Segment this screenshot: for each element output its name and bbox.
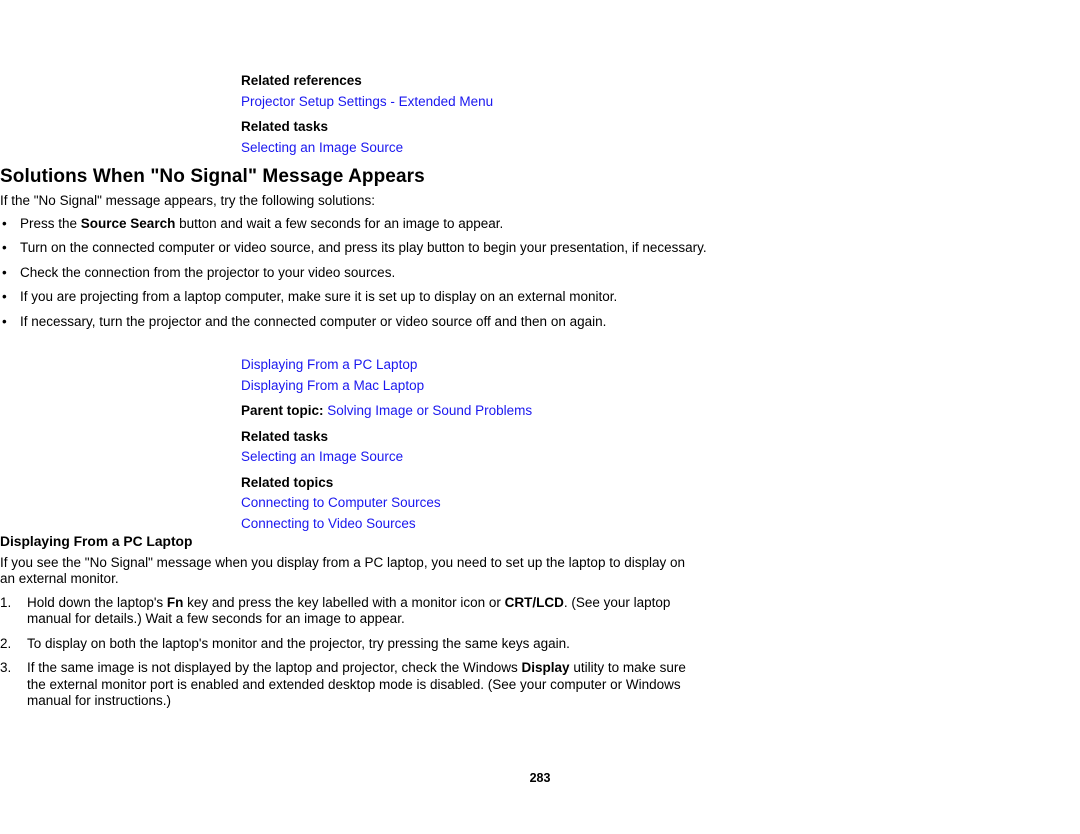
bullet-text-post: button and wait a few seconds for an ima… bbox=[175, 216, 504, 231]
link-connecting-to-video-sources[interactable]: Connecting to Video Sources bbox=[241, 514, 416, 535]
list-item: 1. Hold down the laptop's Fn key and pre… bbox=[0, 595, 707, 628]
list-item: • Turn on the connected computer or vide… bbox=[2, 240, 708, 256]
list-item: 2. To display on both the laptop's monit… bbox=[0, 636, 707, 652]
bullet-text-pre: If necessary, turn the projector and the… bbox=[20, 313, 607, 329]
bullet-text-pre: Turn on the connected computer or video … bbox=[20, 240, 707, 256]
bullet-text-pre: If you are projecting from a laptop comp… bbox=[20, 289, 618, 305]
link-displaying-from-a-pc-laptop[interactable]: Displaying From a PC Laptop bbox=[241, 355, 417, 376]
solutions-bullet-list: • Press the Source Search button and wai… bbox=[0, 216, 708, 330]
bullet-icon: • bbox=[2, 289, 7, 305]
link-solving-image-or-sound-problems[interactable]: Solving Image or Sound Problems bbox=[327, 403, 532, 418]
parent-topic-label: Parent topic: bbox=[241, 403, 324, 418]
pc-laptop-steps-block: 1. Hold down the laptop's Fn key and pre… bbox=[0, 595, 707, 709]
page-number: 283 bbox=[529, 771, 551, 785]
link-selecting-an-image-source-bottom[interactable]: Selecting an Image Source bbox=[241, 447, 403, 468]
page-title: Solutions When "No Signal" Message Appea… bbox=[0, 166, 425, 187]
top-related-block: Related references Projector Setup Setti… bbox=[0, 71, 493, 158]
list-item: • If you are projecting from a laptop co… bbox=[2, 289, 708, 305]
pc-laptop-intro-block: If you see the "No Signal" message when … bbox=[0, 555, 690, 588]
step-text-pre: If the same image is not displayed by th… bbox=[27, 660, 522, 676]
section-intro-block: If the "No Signal" message appears, try … bbox=[0, 193, 690, 209]
pc-laptop-step-list: 1. Hold down the laptop's Fn key and pre… bbox=[0, 595, 707, 709]
pc-laptop-intro-text: If you see the "No Signal" message when … bbox=[0, 555, 685, 587]
list-item: • If necessary, turn the projector and t… bbox=[2, 314, 708, 330]
link-displaying-from-a-mac-laptop[interactable]: Displaying From a Mac Laptop bbox=[241, 376, 424, 397]
link-projector-setup-settings-extended-menu[interactable]: Projector Setup Settings - Extended Menu bbox=[241, 92, 493, 113]
step-number: 2. bbox=[0, 635, 12, 651]
step-text-pre: To display on both the laptop's monitor … bbox=[27, 635, 570, 651]
page-footer: 283 bbox=[0, 770, 1080, 786]
step-text-bold-display: Display bbox=[521, 660, 570, 676]
bullet-icon: • bbox=[2, 216, 7, 231]
section-title-block: Solutions When "No Signal" Message Appea… bbox=[0, 165, 425, 189]
related-topics-heading: Related topics bbox=[241, 474, 334, 490]
bullet-text-bold: Source Search bbox=[80, 216, 176, 231]
bullet-icon: • bbox=[2, 264, 7, 280]
pc-laptop-heading: Displaying From a PC Laptop bbox=[0, 534, 193, 549]
step-number: 1. bbox=[0, 595, 12, 610]
bullet-text-pre: Press the bbox=[20, 216, 81, 231]
link-selecting-an-image-source-top[interactable]: Selecting an Image Source bbox=[241, 138, 403, 159]
pc-laptop-heading-block: Displaying From a PC Laptop bbox=[0, 532, 192, 552]
step-text-bold-crtlcd: CRT/LCD bbox=[504, 595, 564, 610]
related-tasks-heading-bottom: Related tasks bbox=[241, 428, 329, 444]
bullet-text-pre: Check the connection from the projector … bbox=[20, 264, 396, 280]
step-number: 3. bbox=[0, 660, 12, 676]
step-text-pre: Hold down the laptop's bbox=[27, 595, 167, 610]
list-item: • Press the Source Search button and wai… bbox=[2, 216, 708, 232]
parent-topic-line: Parent topic: Solving Image or Sound Pro… bbox=[241, 401, 532, 422]
list-item: 3. If the same image is not displayed by… bbox=[0, 660, 707, 709]
related-tasks-heading: Related tasks bbox=[241, 119, 329, 134]
link-connecting-to-computer-sources[interactable]: Connecting to Computer Sources bbox=[241, 493, 441, 514]
document-page: Related references Projector Setup Setti… bbox=[0, 0, 1080, 834]
list-item: • Check the connection from the projecto… bbox=[2, 265, 708, 281]
related-references-heading: Related references bbox=[241, 73, 362, 88]
bottom-related-block: Displaying From a PC Laptop Displaying F… bbox=[0, 355, 532, 534]
bullet-icon: • bbox=[2, 313, 7, 329]
step-text-bold-fn: Fn bbox=[166, 595, 184, 610]
section-intro-text: If the "No Signal" message appears, try … bbox=[0, 193, 376, 208]
step-text-mid: key and press the key labelled with a mo… bbox=[183, 595, 505, 610]
bullet-icon: • bbox=[2, 240, 7, 256]
solutions-list-block: • Press the Source Search button and wai… bbox=[0, 216, 708, 330]
